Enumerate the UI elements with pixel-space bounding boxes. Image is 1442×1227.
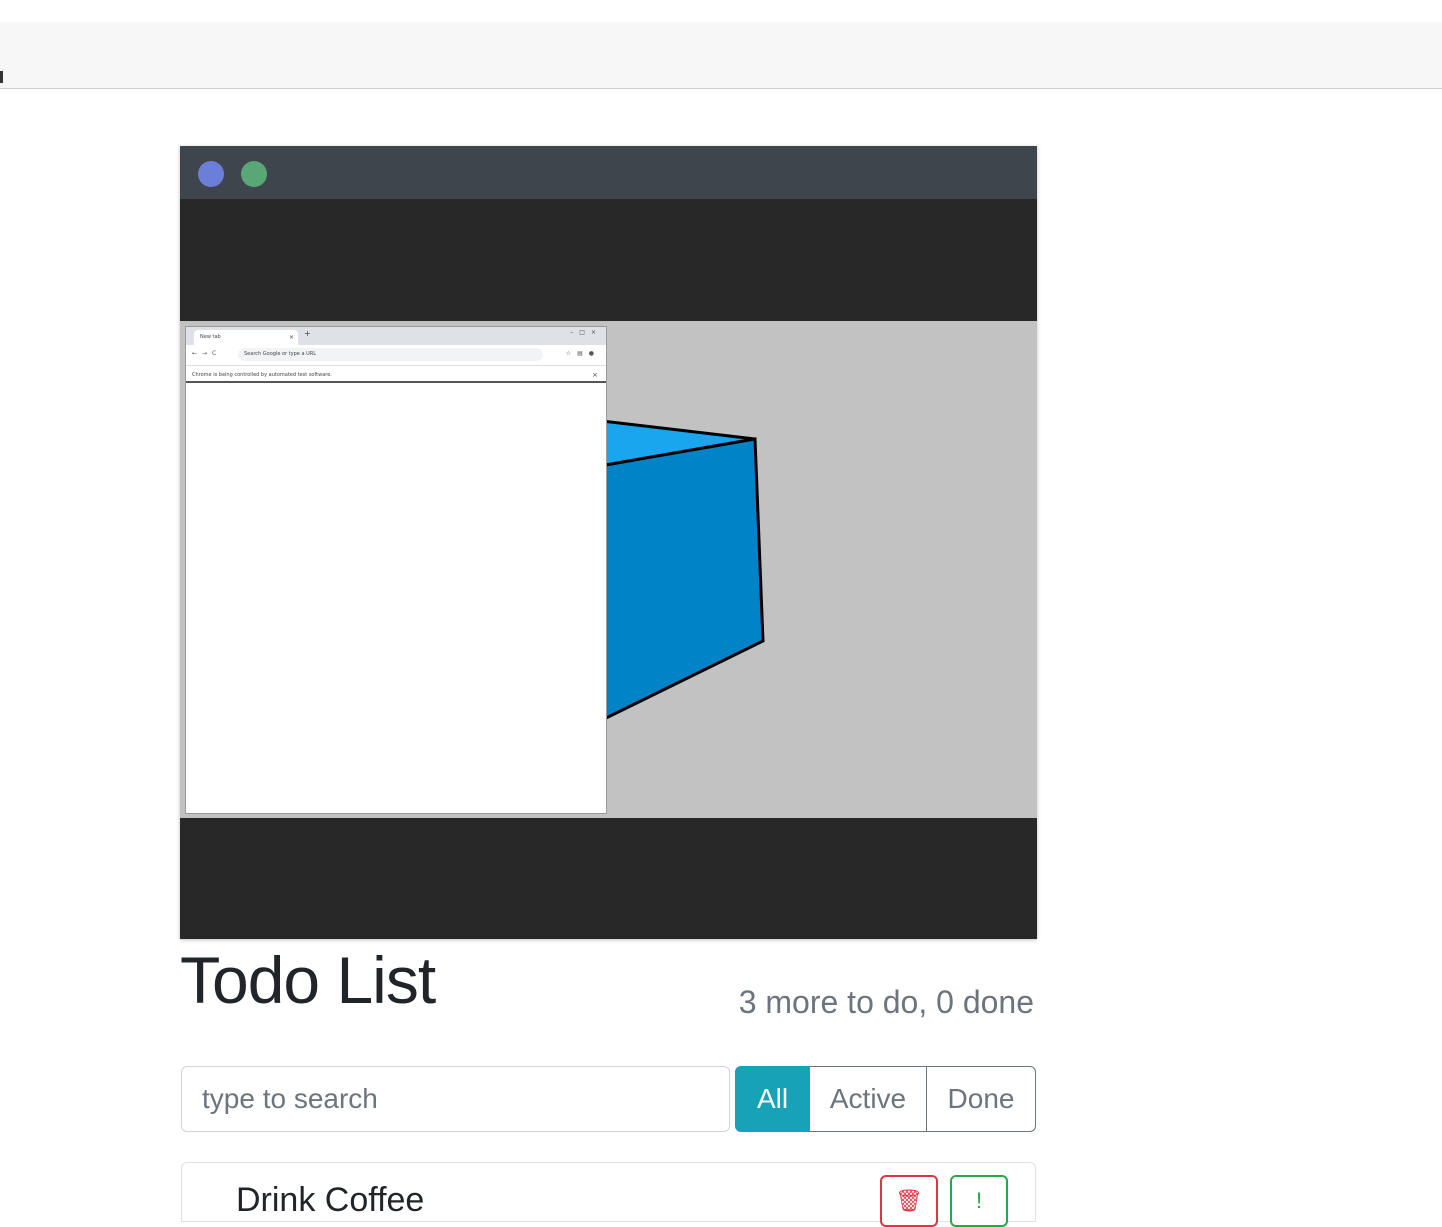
nested-tab-title: New tab bbox=[200, 334, 221, 340]
nested-nav-arrows-icon[interactable]: ←→C bbox=[192, 350, 221, 357]
filter-done-button[interactable]: Done bbox=[927, 1066, 1036, 1132]
cube-side-face bbox=[598, 437, 765, 724]
embedded-app-window: New tab × + –□× ←→C Search Google or typ… bbox=[180, 146, 1037, 939]
nested-infobar-close-icon[interactable]: × bbox=[592, 366, 598, 384]
trash-icon: 🗑 bbox=[895, 1188, 923, 1213]
mark-important-button[interactable]: ! bbox=[950, 1175, 1008, 1227]
nested-new-tab-icon[interactable]: + bbox=[304, 329, 311, 338]
window-blue-dot-icon[interactable] bbox=[198, 161, 224, 187]
exclamation-icon: ! bbox=[975, 1188, 983, 1213]
delete-item-button[interactable]: 🗑 bbox=[880, 1175, 938, 1227]
search-input[interactable] bbox=[181, 1066, 730, 1132]
nested-address-bar[interactable]: Search Google or type a URL bbox=[238, 348, 543, 361]
filter-button-group: All Active Done bbox=[735, 1066, 1036, 1132]
filter-active-button[interactable]: Active bbox=[810, 1066, 927, 1132]
todo-item-label[interactable]: Drink Coffee bbox=[236, 1181, 424, 1220]
browser-top-bar bbox=[0, 22, 1442, 89]
nested-toolbar-icons[interactable]: ☆▤● bbox=[566, 350, 600, 357]
nested-address-text: Search Google or type a URL bbox=[244, 351, 317, 357]
nested-tab-close-icon[interactable]: × bbox=[289, 330, 294, 345]
nested-infobar: Chrome is being controlled by automated … bbox=[186, 365, 606, 383]
nested-infobar-text: Chrome is being controlled by automated … bbox=[192, 372, 332, 378]
window-green-dot-icon[interactable] bbox=[241, 161, 267, 187]
todo-status: 3 more to do, 0 done bbox=[738, 984, 1034, 1020]
nested-window-controls-icon[interactable]: –□× bbox=[570, 329, 602, 336]
nested-tab[interactable]: New tab × bbox=[194, 330, 298, 345]
nested-browser-window: New tab × + –□× ←→C Search Google or typ… bbox=[185, 326, 607, 814]
nested-tab-strip: New tab × + –□× bbox=[186, 327, 606, 345]
filter-all-button[interactable]: All bbox=[735, 1066, 810, 1132]
nested-toolbar: ←→C Search Google or type a URL ☆▤● bbox=[186, 345, 606, 365]
menu-icon[interactable] bbox=[0, 71, 3, 83]
todo-list: Drink Coffee 🗑 ! bbox=[181, 1162, 1036, 1227]
page-title: Todo List bbox=[180, 943, 436, 1017]
3d-scene[interactable]: New tab × + –□× ←→C Search Google or typ… bbox=[180, 321, 1037, 818]
window-titlebar bbox=[180, 146, 1037, 199]
